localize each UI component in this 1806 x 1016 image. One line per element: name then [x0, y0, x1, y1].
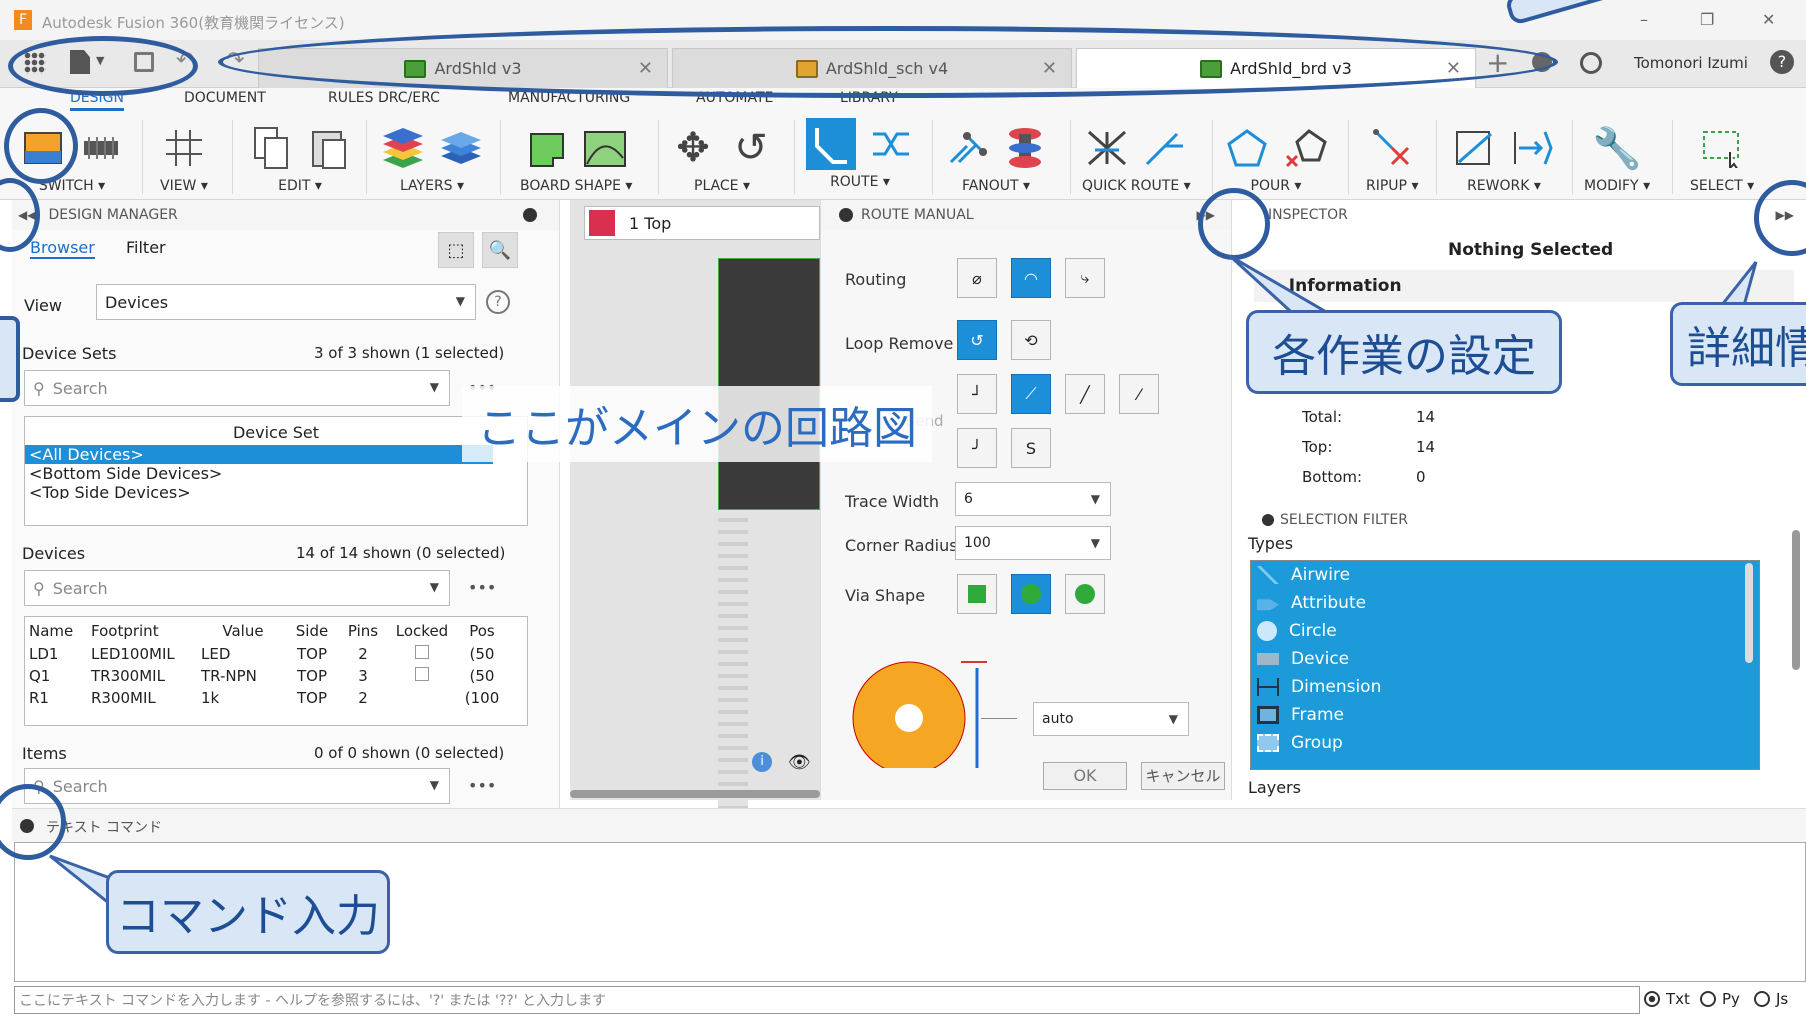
details-callout: 詳細情	[1670, 302, 1806, 386]
settings-callout: 各作業の設定	[1246, 310, 1562, 394]
callout-pointers	[49, 254, 1758, 908]
main-schematic-annotation: ここがメインの回路図	[462, 386, 932, 462]
command-callout: コマンド入力	[106, 870, 390, 954]
